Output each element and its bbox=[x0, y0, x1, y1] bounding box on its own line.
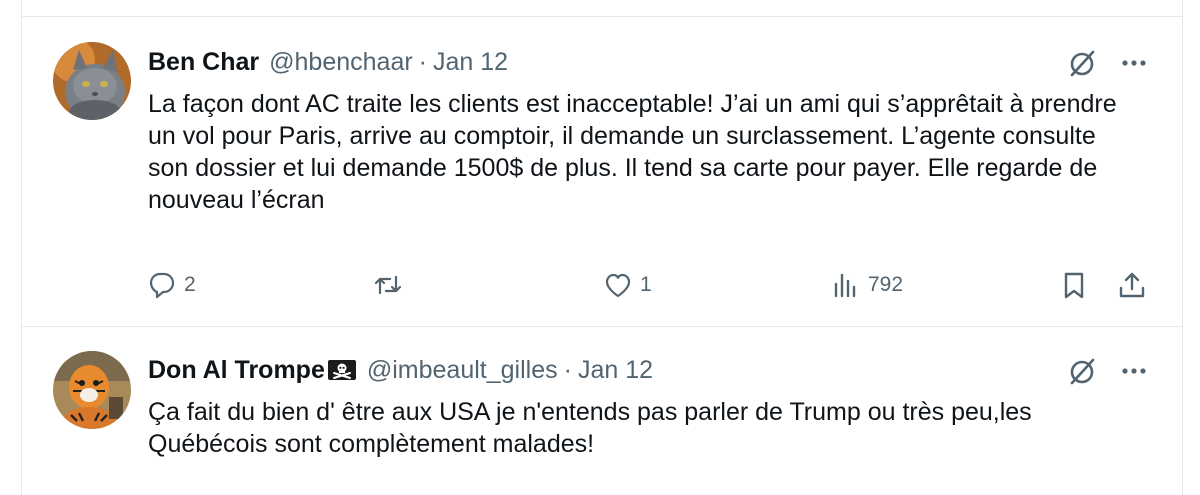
tweet-text: La façon dont AC traite les clients est … bbox=[148, 90, 1117, 214]
timestamp[interactable]: Jan 12 bbox=[578, 356, 653, 385]
avatar[interactable] bbox=[53, 42, 131, 120]
like-button[interactable]: 1 bbox=[602, 265, 652, 305]
separator: · bbox=[418, 47, 427, 76]
like-count: 1 bbox=[640, 273, 652, 296]
user-handle[interactable]: @imbeault_gilles bbox=[367, 356, 558, 385]
bookmark-icon bbox=[1064, 272, 1084, 299]
pirate-flag-emoji-icon bbox=[327, 358, 357, 382]
reply-icon bbox=[149, 272, 175, 299]
share-icon bbox=[1119, 272, 1145, 298]
tweet-header: Don Al Trompe @imbeault_gilles · Jan 12 bbox=[148, 355, 653, 385]
more-icon[interactable] bbox=[1116, 353, 1152, 389]
more-icon[interactable] bbox=[1116, 45, 1152, 81]
share-button[interactable] bbox=[1116, 265, 1148, 305]
tweet-header: Ben Char @hbenchaar · Jan 12 bbox=[148, 47, 508, 77]
timestamp[interactable]: Jan 12 bbox=[433, 48, 508, 77]
user-handle[interactable]: @hbenchaar bbox=[269, 48, 413, 77]
display-name[interactable]: Ben Char bbox=[148, 48, 259, 77]
retweet-button[interactable] bbox=[372, 265, 410, 305]
tweet[interactable]: Don Al Trompe @imbeault_gilles · Jan 12 bbox=[22, 327, 1182, 495]
reply-button[interactable]: 2 bbox=[146, 265, 196, 305]
views-icon bbox=[834, 273, 856, 298]
tweet[interactable]: Ben Char @hbenchaar · Jan 12 La façon do… bbox=[22, 17, 1182, 327]
views-button[interactable]: 792 bbox=[830, 265, 903, 305]
grok-icon[interactable] bbox=[1064, 45, 1100, 81]
retweet-icon bbox=[374, 275, 402, 295]
grok-icon[interactable] bbox=[1064, 353, 1100, 389]
reply-count: 2 bbox=[184, 273, 196, 296]
display-name[interactable]: Don Al Trompe bbox=[148, 356, 325, 385]
avatar[interactable] bbox=[53, 351, 131, 429]
heart-icon bbox=[605, 273, 631, 298]
timeline-feed: Ben Char @hbenchaar · Jan 12 La façon do… bbox=[21, 0, 1183, 495]
tweet-actions: 2 1 792 bbox=[146, 265, 1156, 305]
view-count: 792 bbox=[868, 273, 904, 296]
tweet-text: Ça fait du bien d' être aux USA je n'ent… bbox=[148, 398, 1032, 458]
bookmark-button[interactable] bbox=[1058, 265, 1090, 305]
separator: · bbox=[563, 355, 572, 384]
